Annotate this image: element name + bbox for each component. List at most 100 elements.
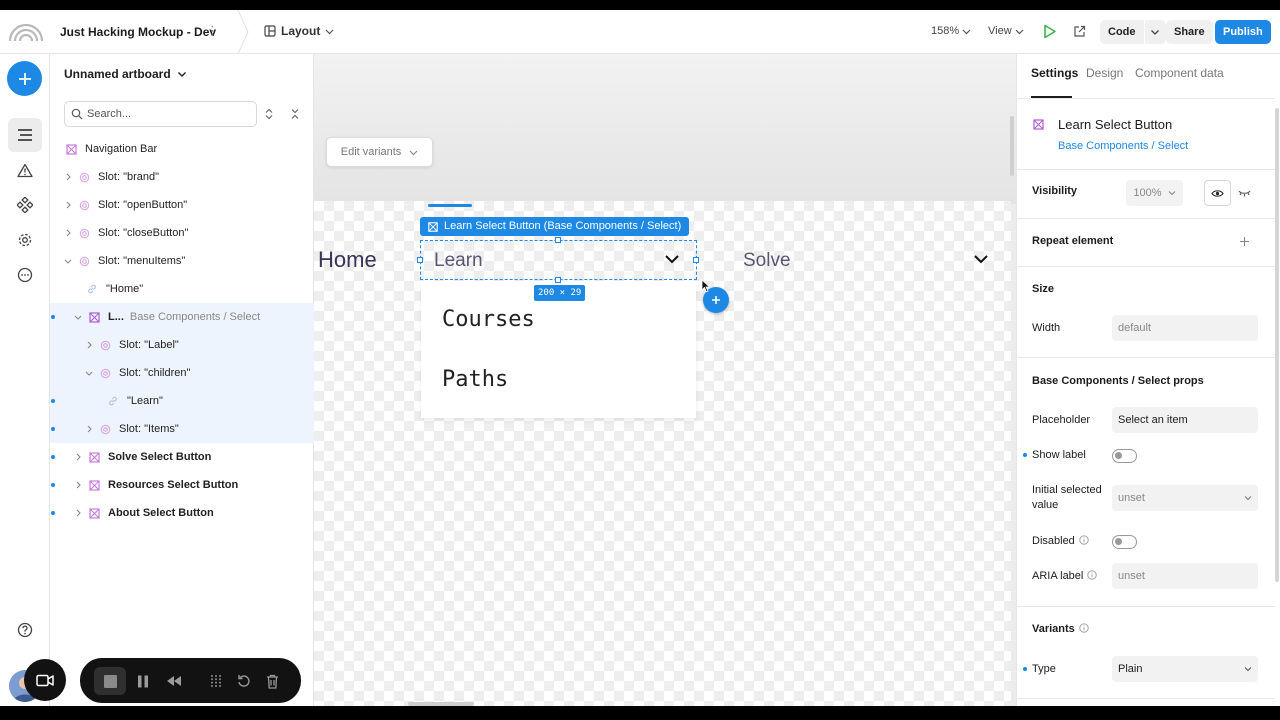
rewind-button[interactable] [165,672,183,690]
chevron-right-icon[interactable] [63,173,73,181]
visible-toggle[interactable] [1204,180,1231,206]
search-input[interactable] [87,106,252,122]
dropdown-item-courses[interactable]: Courses [442,307,535,332]
share-button[interactable]: Share [1166,20,1213,44]
resize-handle-top[interactable] [555,237,561,243]
layer-row-learn-select-button[interactable]: L... Base Components / Select [50,303,314,331]
plus-icon[interactable] [1239,236,1250,247]
resize-handle-bottom[interactable] [555,277,561,283]
hidden-toggle[interactable] [1231,180,1258,206]
chevron-right-icon[interactable] [73,509,83,517]
layer-row-home-text[interactable]: "Home" [50,275,314,303]
layer-label: Solve Select Button [108,451,212,463]
layer-row-slot-openbutton[interactable]: Slot: "openButton" [50,191,314,219]
dropdown-item-paths[interactable]: Paths [442,367,508,392]
layout-menu[interactable]: Layout [264,24,334,38]
info-icon[interactable] [1087,570,1098,580]
delete-recording-button[interactable] [263,672,281,690]
resize-handle-left[interactable] [417,257,423,263]
layers-button[interactable] [8,118,42,152]
layer-row-about-select-button[interactable]: About Select Button [50,499,314,527]
repeat-element-label: Repeat element [1032,235,1114,247]
components-button[interactable] [8,188,42,222]
initial-selected-select[interactable]: unset [1112,485,1258,511]
camera-button[interactable] [24,659,66,701]
layer-row-slot-items[interactable]: Slot: "Items" [50,415,314,443]
eye-icon [1211,189,1224,197]
tab-design[interactable]: Design [1086,66,1123,80]
chevron-down-icon[interactable] [84,370,94,377]
layer-row-slot-menuitems[interactable]: Slot: "menuItems" [50,247,314,275]
layer-row-learn-text[interactable]: "Learn" [50,387,314,415]
resize-handle-right[interactable] [693,257,699,263]
view-menu[interactable]: View [988,25,1024,37]
canvas-horizontal-scrollbar[interactable] [408,702,474,706]
more-button[interactable] [8,258,42,292]
expand-all-icon[interactable] [264,108,274,120]
layer-row-slot-label[interactable]: Slot: "Label" [50,331,314,359]
settings-button[interactable] [8,223,42,257]
add-button[interactable] [7,61,42,96]
panel-scrollbar[interactable] [1275,108,1279,582]
layer-row-resources-select-button[interactable]: Resources Select Button [50,471,314,499]
disabled-label-row: Disabled [1032,534,1089,549]
show-label-toggle[interactable] [1112,449,1137,463]
aria-label-field[interactable]: unset [1112,563,1258,589]
logo-icon[interactable] [8,20,44,42]
warnings-button[interactable] [8,153,42,187]
chevron-right-icon[interactable] [63,229,73,237]
type-select[interactable]: Plain [1112,656,1258,682]
chevron-down-icon[interactable] [73,314,83,321]
placeholder-field[interactable]: Select an item [1112,407,1258,433]
project-menu-icon[interactable]: ⋮ [206,23,219,39]
selection-outline[interactable] [420,240,697,280]
tab-settings[interactable]: Settings [1031,66,1078,80]
code-button[interactable]: Code [1100,20,1144,44]
canvas-vertical-scrollbar[interactable] [1010,116,1014,176]
modified-indicator [51,399,55,403]
tab-component-data[interactable]: Component data [1135,66,1224,80]
artboard-selector[interactable]: Unnamed artboard [64,67,187,81]
code-options-button[interactable] [1143,20,1166,44]
nav-solve[interactable]: Solve [743,250,791,272]
stop-button[interactable] [94,667,126,695]
collapse-all-icon[interactable] [290,108,300,120]
nav-home[interactable]: Home [318,247,377,273]
chevron-right-icon[interactable] [63,201,73,209]
restart-button[interactable] [235,672,253,690]
info-icon[interactable] [1079,623,1089,633]
layer-row-solve-select-button[interactable]: Solve Select Button [50,443,314,471]
help-icon[interactable] [17,622,33,638]
initial-selected-value: unset [1118,492,1145,504]
width-field[interactable]: default [1112,315,1258,341]
grid-button[interactable] [207,672,225,690]
publish-button[interactable]: Publish [1215,20,1271,44]
design-canvas[interactable]: Edit variants Home Learn Solve Courses P… [314,54,1016,706]
edit-variants-button[interactable]: Edit variants [326,137,433,167]
external-link-icon[interactable] [1073,25,1086,38]
component-title[interactable]: Learn Select Button [1058,117,1172,132]
component-icon [1033,119,1044,130]
chevron-right-icon[interactable] [73,453,83,461]
play-icon[interactable] [1042,24,1057,39]
layer-row-slot-children[interactable]: Slot: "children" [50,359,314,387]
info-icon[interactable] [1079,535,1089,545]
properties-panel: Settings Design Component data Learn Sel… [1016,54,1280,706]
opacity-select[interactable]: 100% [1126,180,1183,206]
chevron-right-icon[interactable] [84,425,94,433]
divider [1017,98,1275,99]
layer-row-slot-closebutton[interactable]: Slot: "closeButton" [50,219,314,247]
chevron-down-icon[interactable] [63,258,73,265]
disabled-toggle[interactable] [1112,535,1137,549]
chevron-right-icon[interactable] [73,481,83,489]
layer-row-navigation-bar[interactable]: Navigation Bar [50,135,314,163]
chevron-right-icon[interactable] [84,341,94,349]
pause-button[interactable] [134,672,152,690]
layer-row-slot-brand[interactable]: Slot: "brand" [50,163,314,191]
project-name[interactable]: Just Hacking Mockup - Dev [60,25,216,39]
component-path-link[interactable]: Base Components / Select [1058,140,1188,152]
layers-search [64,101,257,127]
zoom-select[interactable]: 158% [931,25,971,37]
chevron-down-icon [325,29,334,34]
gear-icon [18,233,32,247]
